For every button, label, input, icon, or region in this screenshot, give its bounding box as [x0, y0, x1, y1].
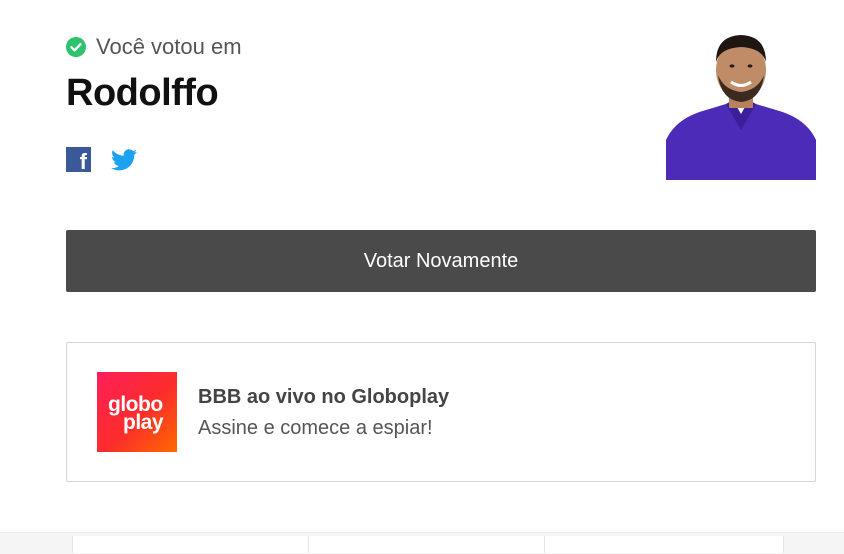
promo-title: BBB ao vivo no Globoplay: [198, 386, 450, 408]
promo-subtitle: Assine e comece a espiar!: [198, 417, 433, 439]
vote-again-button[interactable]: Votar Novamente: [66, 230, 816, 292]
candidate-name: Rodolffo: [66, 72, 219, 114]
candidate-photo: [666, 30, 816, 180]
globoplay-logo: globo play: [97, 372, 177, 452]
bottom-card: [544, 536, 784, 553]
vote-confirmation: Você votou em: [66, 34, 242, 60]
voted-label: Você votou em: [96, 34, 242, 59]
facebook-icon[interactable]: f: [66, 147, 91, 173]
check-circle-icon: [66, 37, 86, 57]
bottom-card: [308, 536, 546, 553]
globoplay-promo-card[interactable]: globo play BBB ao vivo no Globoplay Assi…: [66, 342, 816, 482]
bottom-card: [72, 536, 310, 553]
share-buttons: f: [66, 147, 137, 173]
twitter-icon[interactable]: [111, 148, 137, 171]
